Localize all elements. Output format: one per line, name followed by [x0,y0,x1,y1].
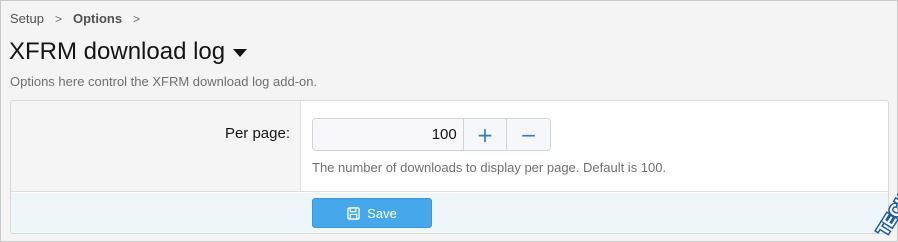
save-button[interactable]: Save [312,198,432,228]
page-description: Options here control the XFRM download l… [10,74,318,89]
breadcrumb: Setup > Options > [10,11,151,26]
watermark: TECHIESHOME.COM [872,84,898,240]
chevron-right-icon: > [133,11,141,26]
per-page-stepper: 100 + − [312,118,551,151]
per-page-label: Per page: [224,125,290,142]
per-page-row: Per page: 100 + − The number of download… [11,101,888,192]
page-title: XFRM download log [9,38,226,65]
increment-button[interactable]: + [462,119,507,150]
per-page-explain: The number of downloads to display per p… [312,160,667,175]
submit-row: Save [11,193,888,233]
breadcrumb-setup[interactable]: Setup [10,11,44,26]
save-icon [347,206,360,220]
decrement-button[interactable]: − [506,119,550,150]
per-page-input[interactable]: 100 [313,119,463,150]
chevron-right-icon: > [54,11,62,26]
title-row[interactable]: XFRM download log [9,38,248,66]
caret-down-icon[interactable] [233,49,248,57]
options-form: Per page: 100 + − The number of download… [10,100,889,234]
options-page: Setup > Options > XFRM download log Opti… [0,0,898,242]
save-label: Save [367,205,397,221]
label-column: Per page: [11,101,301,191]
watermark-text: TECHIESHOME.COM [873,86,898,239]
breadcrumb-options[interactable]: Options [73,11,122,26]
